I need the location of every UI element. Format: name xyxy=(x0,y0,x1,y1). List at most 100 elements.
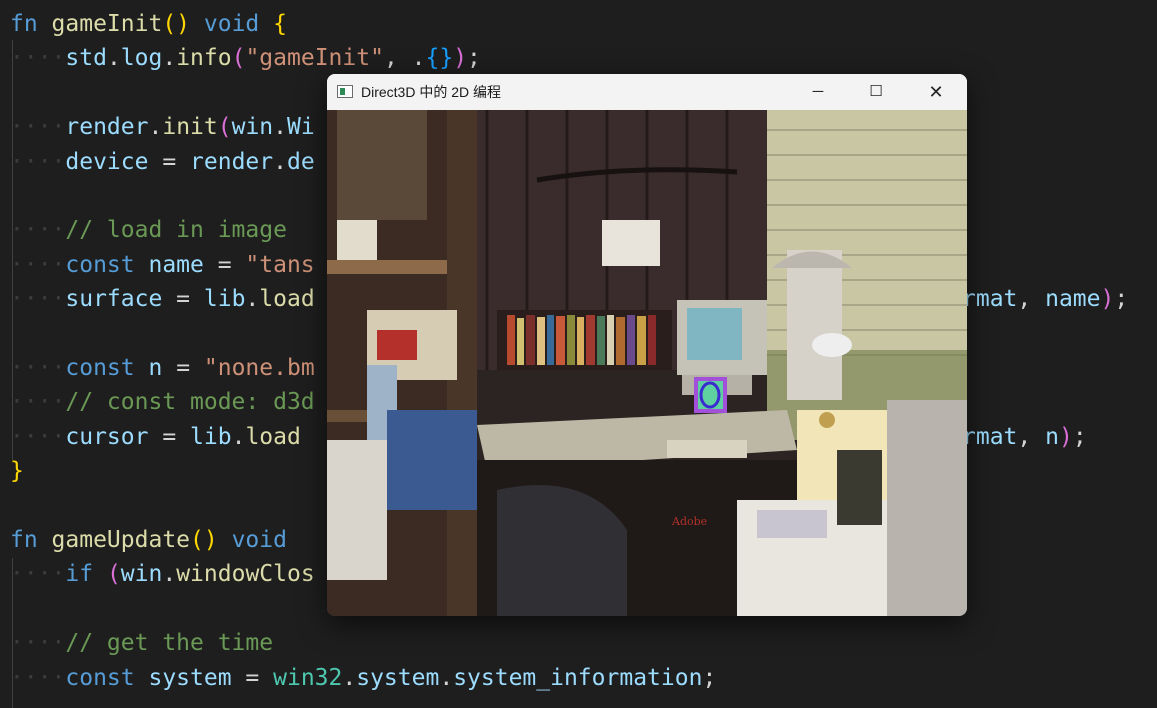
code-token: rmat xyxy=(962,286,1018,313)
code-token: () xyxy=(162,11,191,37)
code-line[interactable]: ····// load in image xyxy=(10,213,287,247)
code-token: "none.bm xyxy=(203,355,315,381)
code-token: system_information xyxy=(453,664,703,691)
code-token: . xyxy=(342,664,357,691)
code-line-fragment[interactable]: rmat, name); xyxy=(962,282,1128,316)
code-token: Wi xyxy=(287,114,315,141)
code-token: ···· xyxy=(10,114,66,141)
render-surface[interactable]: Adobe xyxy=(327,110,967,616)
code-token: . xyxy=(439,664,454,691)
code-token: system xyxy=(356,664,440,691)
code-token: ( xyxy=(231,45,246,72)
code-token: = xyxy=(148,148,191,175)
code-token: name xyxy=(1045,286,1101,313)
close-button[interactable]: ✕ xyxy=(907,74,965,110)
code-token: lib xyxy=(203,286,246,313)
code-token: ···· xyxy=(10,423,66,450)
code-token: const xyxy=(65,355,149,381)
code-token: ···· xyxy=(10,389,66,416)
code-token: std xyxy=(65,45,107,72)
code-token: // const mode: d3d xyxy=(65,389,315,416)
code-token: render xyxy=(190,148,274,175)
code-token: ) xyxy=(1058,423,1073,450)
code-token: init xyxy=(162,114,218,141)
code-token: = xyxy=(162,355,204,381)
code-line[interactable]: ····if (win.windowClos xyxy=(10,557,315,591)
code-line[interactable]: ····render.init(win.Wi xyxy=(10,110,315,144)
code-line[interactable]: } xyxy=(10,454,24,488)
code-line[interactable]: ····const system = win32.system.system_i… xyxy=(10,661,716,695)
code-token: const xyxy=(65,251,149,278)
code-token: . xyxy=(162,45,177,72)
code-line[interactable]: ····// const mode: d3d xyxy=(10,385,315,419)
code-token: , xyxy=(1017,286,1046,313)
code-token: . xyxy=(273,114,287,141)
code-token: . xyxy=(273,148,287,175)
code-token: gameUpdate xyxy=(51,527,191,553)
code-line[interactable]: ····const n = "none.bm xyxy=(10,351,315,385)
code-token: // load in image xyxy=(65,217,287,244)
code-token: system xyxy=(148,664,232,691)
code-token: ···· xyxy=(10,630,66,657)
code-token: surface xyxy=(65,286,163,313)
code-token: ···· xyxy=(10,355,66,381)
code-token: = xyxy=(203,251,246,278)
code-token: ) xyxy=(1100,286,1115,313)
code-token: . xyxy=(148,114,163,141)
code-line[interactable]: ····// get the time xyxy=(10,626,273,660)
direct3d-window[interactable]: Direct3D 中的 2D 编程 ─ ☐ ✕ Adobe xyxy=(327,74,967,616)
code-token: device xyxy=(65,148,149,175)
maximize-button[interactable]: ☐ xyxy=(847,74,905,110)
code-token: = xyxy=(162,286,204,313)
code-token: "gameInit" xyxy=(245,45,384,72)
code-token: ···· xyxy=(10,251,66,278)
code-token: , . xyxy=(383,45,426,72)
code-token: = xyxy=(148,423,191,450)
code-line-fragment[interactable]: rmat, n); xyxy=(962,420,1087,454)
code-token: fn xyxy=(10,11,52,37)
code-token: fn xyxy=(10,527,52,553)
code-token: win xyxy=(231,114,274,141)
code-token: const xyxy=(65,664,149,691)
code-line[interactable]: ····const name = "tans xyxy=(10,248,315,282)
code-line[interactable]: ····surface = lib.load xyxy=(10,282,315,316)
code-line[interactable]: ····device = render.de xyxy=(10,145,315,179)
code-token: . xyxy=(106,45,121,72)
code-token: name xyxy=(148,251,204,278)
code-token: ···· xyxy=(10,148,66,175)
code-token: , xyxy=(1017,423,1046,450)
window-titlebar[interactable]: Direct3D 中的 2D 编程 ─ ☐ ✕ xyxy=(327,74,967,110)
code-token: win xyxy=(120,561,163,588)
code-line[interactable]: fn gameInit() void { xyxy=(10,7,287,41)
code-token: . xyxy=(162,561,177,588)
code-token: render xyxy=(65,114,149,141)
code-token: if xyxy=(65,561,107,588)
code-line[interactable]: fn gameUpdate() void xyxy=(10,523,287,557)
room-photo: Adobe xyxy=(327,110,967,616)
code-token: ; xyxy=(1114,286,1129,313)
code-token: () xyxy=(190,527,218,553)
code-token: ···· xyxy=(10,664,66,691)
code-token: void xyxy=(190,11,274,37)
code-line[interactable]: ····std.log.info("gameInit", .{}); xyxy=(10,41,481,75)
code-token: . xyxy=(245,286,260,313)
code-token: info xyxy=(176,45,232,72)
code-token: = xyxy=(231,664,274,691)
code-token: log xyxy=(120,45,163,72)
code-token: . xyxy=(231,423,246,450)
code-token: ···· xyxy=(10,217,66,244)
app-icon xyxy=(337,85,353,98)
code-token: ···· xyxy=(10,45,66,72)
code-token: load xyxy=(259,286,315,313)
minimize-button[interactable]: ─ xyxy=(789,74,847,110)
code-token: ···· xyxy=(10,286,66,313)
code-token: // get the time xyxy=(65,630,274,657)
code-token: windowClos xyxy=(176,561,315,588)
code-token: ; xyxy=(1072,423,1087,450)
code-token: de xyxy=(286,148,315,175)
box-label: Adobe xyxy=(671,515,707,528)
window-title: Direct3D 中的 2D 编程 xyxy=(361,84,502,100)
code-token: rmat xyxy=(962,423,1018,450)
code-line[interactable]: ····cursor = lib.load xyxy=(10,420,301,454)
code-token: win32 xyxy=(273,664,343,691)
